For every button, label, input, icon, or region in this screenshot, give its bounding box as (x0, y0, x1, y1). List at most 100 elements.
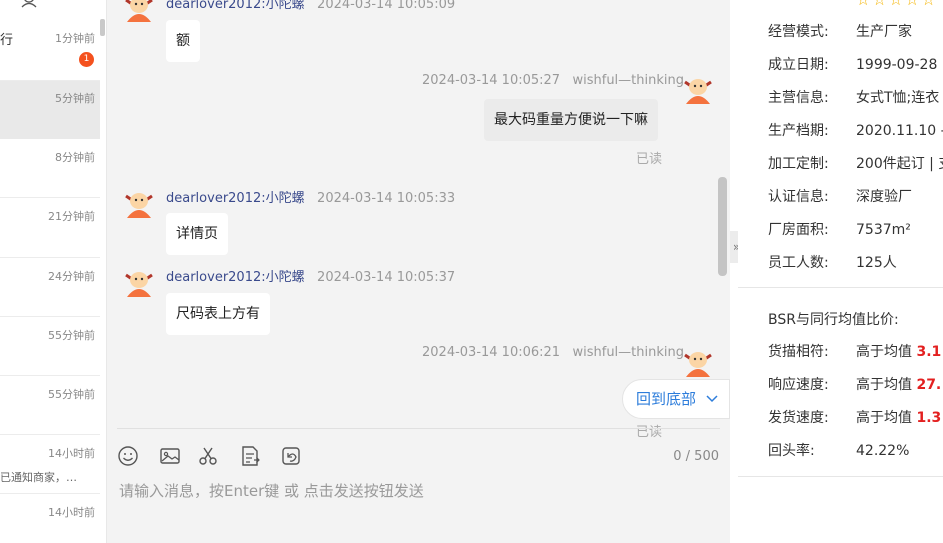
chevron-down-icon (706, 395, 718, 403)
bsr-row-shipping-speed: 发货速度: 高于均值 1.3 (768, 407, 941, 427)
conversation-item[interactable]: 55分钟前 (0, 376, 100, 434)
sender-name[interactable]: dearlover2012:小陀螺 (166, 270, 305, 285)
conversation-time: 14小时前 (48, 447, 95, 460)
composer-divider (117, 428, 720, 429)
back-to-bottom-label: 回到底部 (636, 390, 697, 408)
bsr-highlight: 27. (916, 377, 942, 393)
bsr-highlight: 3.1 (916, 344, 942, 360)
conversation-preview: 已通知商家，… (0, 471, 77, 484)
avatar-icon[interactable] (123, 265, 155, 297)
sender-name[interactable]: dearlover2012:小陀螺 (166, 0, 305, 12)
conversation-time: 14小时前 (48, 506, 95, 519)
info-row-certification: 认证信息: 深度验厂 (768, 186, 912, 206)
sender-name[interactable]: wishful—thinking (572, 73, 684, 88)
conversation-time: 55分钟前 (48, 329, 95, 342)
bsr-value: 高于均值 (856, 410, 912, 426)
back-to-bottom-button[interactable]: 回到底部 (622, 379, 730, 419)
info-value: 125人 (856, 255, 897, 271)
message-time: 2024-03-14 10:05:33 (317, 191, 456, 206)
conversation-time: 5分钟前 (55, 92, 95, 105)
sender-name[interactable]: dearlover2012:小陀螺 (166, 191, 305, 206)
bsr-row-repeat-rate: 回头率: 42.22% (768, 440, 909, 460)
char-counter: 0 / 500 (673, 449, 719, 464)
conversation-item[interactable]: 14小时前 (0, 494, 100, 543)
conversation-time: 55分钟前 (48, 388, 95, 401)
bsr-key: 货描相符: (768, 344, 829, 360)
info-row-employees: 员工人数: 125人 (768, 252, 897, 272)
chat-panel: dearlover2012:小陀螺 2024-03-14 10:05:09 额 … (107, 0, 730, 543)
read-status: 已读 (636, 425, 663, 440)
conversation-item[interactable]: 24分钟前 (0, 258, 100, 316)
conversation-item-selected[interactable]: 5分钟前 (0, 81, 100, 139)
info-key: 生产档期: (768, 123, 829, 139)
avatar-icon[interactable] (123, 186, 155, 218)
info-row-schedule: 生产档期: 2020.11.10 - (768, 120, 943, 140)
info-value: 深度验厂 (856, 189, 912, 205)
info-key: 认证信息: (768, 189, 829, 205)
read-status: 已读 (636, 152, 663, 167)
info-row-factory-area: 厂房面积: 7537m² (768, 219, 911, 239)
message-input[interactable]: 请输入消息，按Enter键 或 点击发送按钮发送 (119, 480, 424, 501)
info-value: 女式T恤;连衣 (856, 90, 940, 106)
message-bubble[interactable]: 尺码表上方有 (166, 293, 270, 335)
user-icon[interactable] (20, 0, 38, 8)
bsr-value: 高于均值 (856, 377, 912, 393)
info-value: 2020.11.10 - (856, 123, 943, 139)
unread-badge: 1 (79, 52, 94, 67)
divider (738, 476, 943, 477)
conversation-item[interactable]: 21分钟前 (0, 198, 100, 256)
divider (738, 287, 943, 288)
scissors-icon[interactable] (197, 445, 219, 467)
conversation-time: 8分钟前 (55, 151, 95, 164)
rating-stars-icon: ☆☆☆☆☆ (856, 0, 938, 9)
chat-scrollbar[interactable] (718, 177, 727, 276)
conversation-time: 1分钟前 (55, 32, 95, 45)
avatar-icon[interactable] (123, 0, 155, 22)
document-icon[interactable] (239, 445, 261, 467)
message-time: 2024-03-14 10:05:37 (317, 270, 456, 285)
info-row-main-business: 主营信息: 女式T恤;连衣 (768, 87, 939, 107)
info-key: 成立日期: (768, 57, 829, 73)
supplier-info-panel: ☆☆☆☆☆ 经营模式: 生产厂家 成立日期: 1999-09-28 主营信息: 女式T… (738, 0, 943, 543)
message-bubble[interactable]: 详情页 (166, 213, 228, 255)
conversation-item[interactable]: 行 1分钟前 1 (0, 20, 100, 78)
bsr-key: 发货速度: (768, 410, 829, 426)
conversation-name: 行 (0, 33, 14, 48)
info-value: 1999-09-28 (856, 57, 938, 73)
info-key: 经营模式: (768, 24, 829, 40)
bsr-row-response-speed: 响应速度: 高于均值 27. (768, 374, 941, 394)
conversation-item[interactable]: 14小时前 已通知商家，… (0, 435, 100, 493)
message-time: 2024-03-14 10:05:09 (317, 0, 456, 12)
conversation-item[interactable]: 55分钟前 (0, 317, 100, 375)
info-key: 员工人数: (768, 255, 829, 271)
conversation-scrollbar[interactable] (100, 19, 105, 36)
avatar-icon[interactable] (682, 345, 714, 377)
bsr-value: 高于均值 (856, 344, 912, 360)
info-value: 7537m² (856, 222, 911, 238)
message-bubble[interactable]: 最大码重量方便说一下嘛 (484, 99, 658, 141)
history-icon[interactable] (280, 445, 302, 467)
info-key: 加工定制: (768, 156, 829, 172)
info-key: 厂房面积: (768, 222, 829, 238)
bsr-title: BSR与同行均值比价: (768, 312, 899, 328)
sender-name[interactable]: wishful—thinking (572, 345, 684, 360)
message-meta: dearlover2012:小陀螺 2024-03-14 10:05:33 (166, 187, 455, 206)
bsr-value: 42.22% (856, 443, 910, 459)
info-value: 200件起订 | 支 (856, 156, 943, 172)
info-row-customization: 加工定制: 200件起订 | 支 (768, 153, 943, 173)
conversation-item[interactable]: 8分钟前 (0, 139, 100, 197)
avatar-icon[interactable] (682, 72, 714, 104)
message-meta: dearlover2012:小陀螺 2024-03-14 10:05:09 (166, 0, 455, 12)
image-icon[interactable] (159, 445, 181, 467)
message-meta: dearlover2012:小陀螺 2024-03-14 10:05:37 (166, 266, 455, 285)
conversation-time: 24分钟前 (48, 270, 95, 283)
bsr-key: 回头率: (768, 443, 815, 459)
message-time: 2024-03-14 10:06:21 (422, 345, 561, 360)
message-bubble[interactable]: 额 (166, 20, 200, 62)
emoji-icon[interactable] (117, 445, 139, 467)
bsr-row-description-match: 货描相符: 高于均值 3.1 (768, 341, 941, 361)
info-row-mode: 经营模式: 生产厂家 (768, 21, 912, 41)
info-row-founded: 成立日期: 1999-09-28 (768, 54, 937, 74)
bsr-key: 响应速度: (768, 377, 829, 393)
message-meta: 2024-03-14 10:06:21 wishful—thinking (422, 345, 684, 360)
